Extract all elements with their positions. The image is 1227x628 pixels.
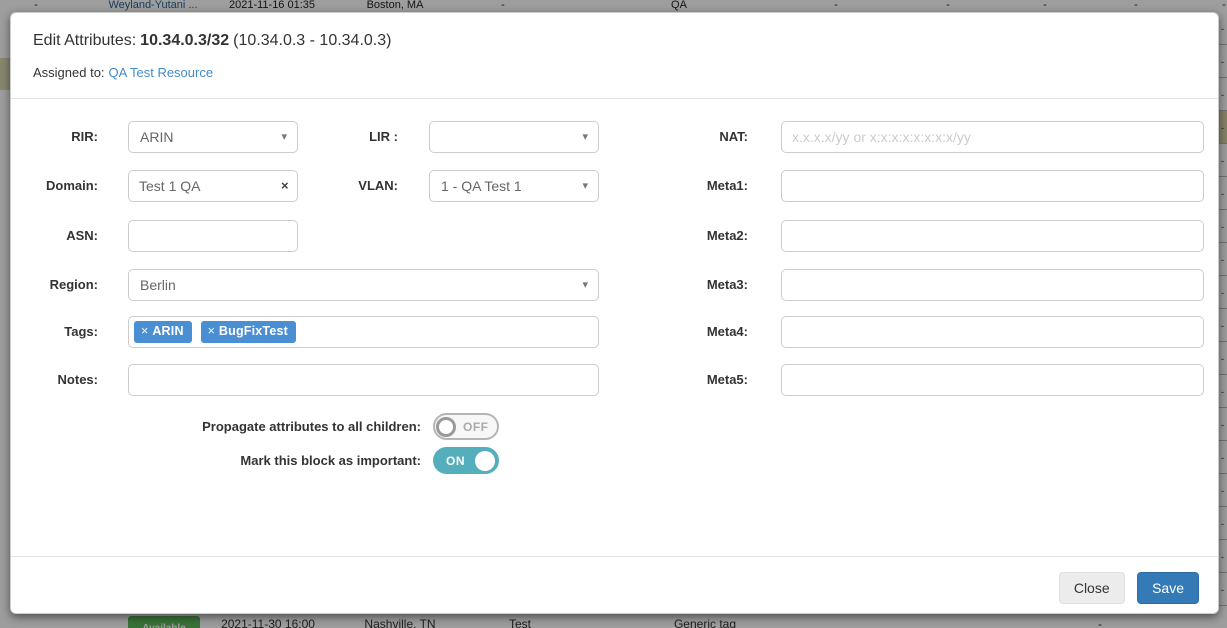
meta5-label: Meta5: [661, 364, 748, 396]
vlan-value: 1 - QA Test 1 [441, 171, 522, 201]
assigned-resource-link[interactable]: QA Test Resource [109, 65, 214, 80]
meta1-label: Meta1: [661, 170, 748, 202]
header-divider [11, 98, 1218, 99]
meta5-input[interactable] [781, 364, 1204, 396]
remove-tag-icon[interactable]: × [141, 324, 148, 338]
toggle-knob [436, 417, 456, 437]
important-label: Mark this block as important: [161, 447, 421, 474]
meta3-input[interactable] [781, 269, 1204, 301]
domain-input[interactable] [128, 170, 298, 202]
chevron-down-icon: ▾ [281, 122, 287, 152]
toggle-knob [475, 451, 495, 471]
title-range: (10.34.0.3 - 10.34.0.3) [233, 32, 391, 49]
chevron-down-icon: ▾ [582, 270, 588, 300]
meta4-label: Meta4: [661, 316, 748, 348]
tag-label: ARIN [152, 324, 183, 338]
lir-label: LIR : [311, 121, 398, 153]
vlan-label: VLAN: [311, 170, 398, 202]
meta1-input[interactable] [781, 170, 1204, 202]
propagate-toggle[interactable]: OFF [433, 413, 499, 440]
chevron-down-icon: ▾ [582, 171, 588, 201]
save-button[interactable]: Save [1137, 572, 1199, 604]
rir-select[interactable]: ARIN ▾ [128, 121, 298, 153]
region-label: Region: [11, 269, 98, 301]
assigned-to-row: Assigned to: QA Test Resource [33, 65, 213, 80]
tags-input[interactable]: × ARIN × BugFixTest [128, 316, 599, 348]
important-toggle[interactable]: ON [433, 447, 499, 474]
title-block: 10.34.0.3/32 [140, 32, 229, 49]
modal-footer: Close Save [1059, 572, 1199, 604]
assigned-to-label: Assigned to: [33, 65, 105, 80]
notes-input[interactable] [128, 364, 599, 396]
propagate-label: Propagate attributes to all children: [161, 413, 421, 440]
rir-label: RIR: [11, 121, 98, 153]
tag-chip[interactable]: × ARIN [134, 321, 192, 343]
chevron-down-icon: ▾ [582, 122, 588, 152]
tags-label: Tags: [11, 316, 98, 348]
footer-divider [11, 556, 1218, 557]
tag-label: BugFixTest [219, 324, 288, 338]
close-button[interactable]: Close [1059, 572, 1125, 604]
rir-value: ARIN [140, 122, 173, 152]
remove-tag-icon[interactable]: × [208, 324, 215, 338]
meta2-input[interactable] [781, 220, 1204, 252]
edit-attributes-modal: Edit Attributes:10.34.0.3/32(10.34.0.3 -… [10, 12, 1219, 614]
toggle-state-label: OFF [463, 420, 489, 434]
region-select[interactable]: Berlin ▾ [128, 269, 599, 301]
meta4-input[interactable] [781, 316, 1204, 348]
toggle-state-label: ON [446, 454, 465, 468]
nat-label: NAT: [661, 121, 748, 153]
nat-input[interactable] [781, 121, 1204, 153]
domain-label: Domain: [11, 170, 98, 202]
tag-chip[interactable]: × BugFixTest [201, 321, 296, 343]
clear-domain-icon[interactable]: × [281, 170, 289, 202]
asn-input[interactable] [128, 220, 298, 252]
region-value: Berlin [140, 270, 176, 300]
notes-label: Notes: [11, 364, 98, 396]
vlan-select[interactable]: 1 - QA Test 1 ▾ [429, 170, 599, 202]
title-prefix: Edit Attributes: [33, 32, 136, 49]
modal-title: Edit Attributes:10.34.0.3/32(10.34.0.3 -… [33, 32, 395, 50]
asn-label: ASN: [11, 220, 98, 252]
meta3-label: Meta3: [661, 269, 748, 301]
meta2-label: Meta2: [661, 220, 748, 252]
lir-select[interactable]: ▾ [429, 121, 599, 153]
